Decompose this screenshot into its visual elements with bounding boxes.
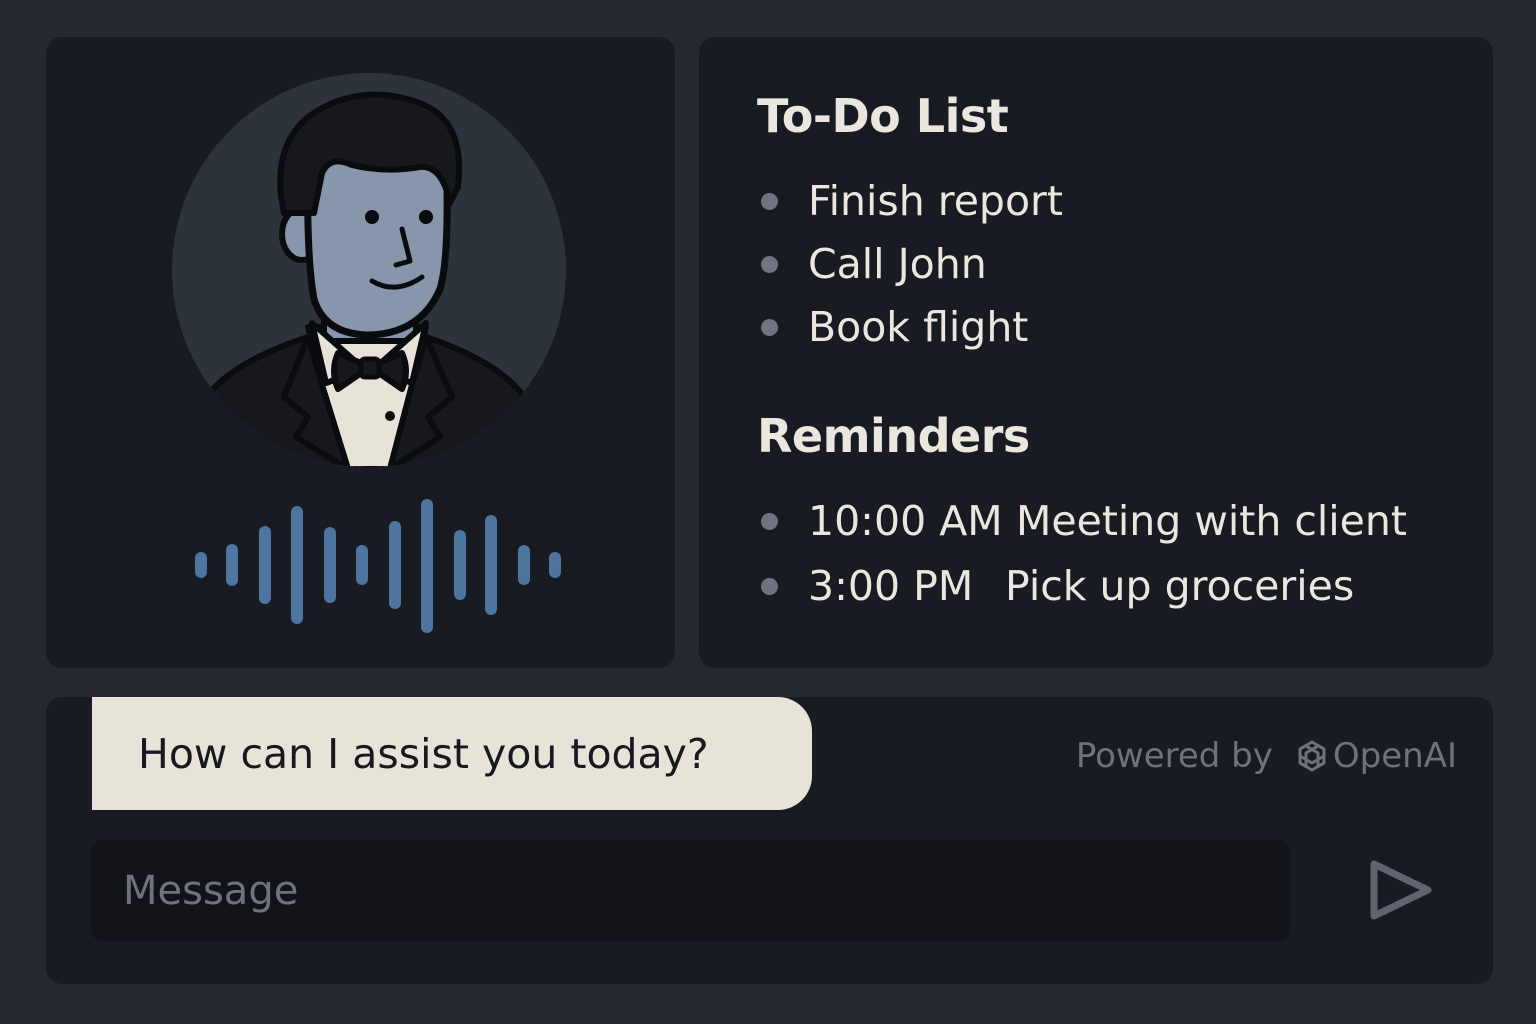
info-panel: To-Do List Finish report Call John Book … bbox=[699, 37, 1493, 668]
send-icon bbox=[1370, 860, 1432, 920]
reminder-time: 10:00 AM bbox=[808, 497, 1003, 545]
bullet-icon bbox=[761, 318, 778, 336]
todo-list-title: To-Do List bbox=[757, 89, 1009, 143]
bullet-icon bbox=[761, 577, 778, 595]
butler-avatar-icon bbox=[172, 73, 566, 633]
reminder-label: Meeting with client bbox=[1016, 497, 1407, 545]
reminder-time: 3:00 PM bbox=[808, 562, 974, 610]
reminder-item[interactable]: 10:00 AM Meeting with client bbox=[761, 496, 1407, 546]
reminder-label: Pick up groceries bbox=[1005, 562, 1355, 610]
todo-item[interactable]: Book flight bbox=[761, 302, 1028, 352]
bullet-icon bbox=[761, 512, 778, 530]
bullet-icon bbox=[761, 192, 778, 210]
todo-item[interactable]: Call John bbox=[761, 239, 987, 289]
assistant-message-text: How can I assist you today? bbox=[138, 729, 709, 778]
send-button[interactable] bbox=[1362, 852, 1438, 928]
openai-brand-text: OpenAI bbox=[1332, 736, 1457, 776]
reminders-title: Reminders bbox=[757, 409, 1030, 463]
assistant-app: To-Do List Finish report Call John Book … bbox=[0, 0, 1536, 1024]
todo-item[interactable]: Finish report bbox=[761, 176, 1063, 226]
chat-panel: How can I assist you today? Powered by O… bbox=[46, 697, 1493, 984]
voice-waveform-icon bbox=[195, 499, 561, 633]
openai-logo-icon bbox=[1298, 740, 1326, 772]
bullet-icon bbox=[761, 255, 778, 273]
message-input[interactable] bbox=[91, 840, 1290, 941]
powered-by-badge: Powered by OpenAI bbox=[1076, 731, 1457, 781]
powered-by-text: Powered by bbox=[1075, 736, 1273, 776]
assistant-message-bubble: How can I assist you today? bbox=[92, 697, 812, 810]
todo-item-label: Book flight bbox=[808, 303, 1029, 351]
todo-item-label: Call John bbox=[808, 240, 987, 288]
assistant-avatar-panel bbox=[46, 37, 675, 668]
todo-item-label: Finish report bbox=[808, 177, 1063, 225]
reminder-item[interactable]: 3:00 PM Pick up groceries bbox=[761, 561, 1354, 611]
